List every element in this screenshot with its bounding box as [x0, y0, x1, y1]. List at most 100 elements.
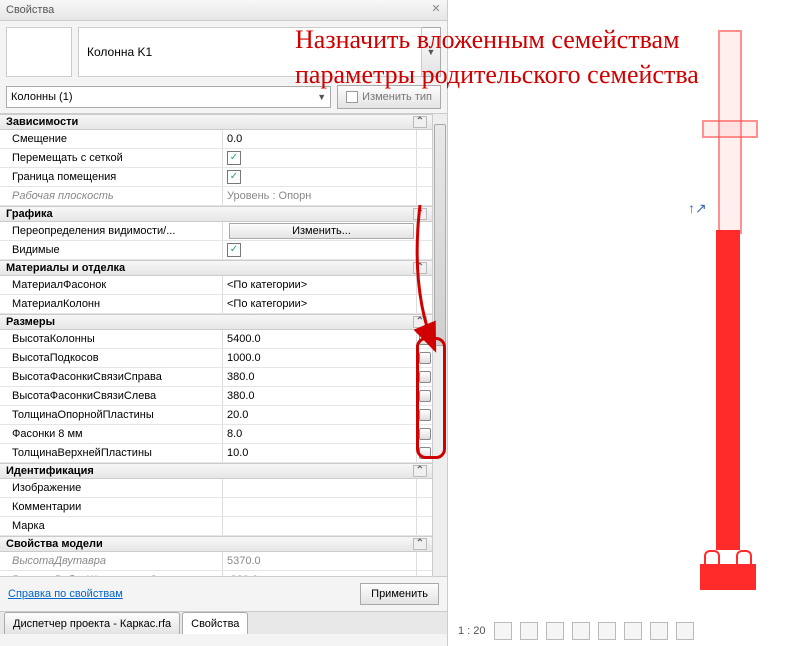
scrollbar-thumb[interactable]: [434, 124, 446, 346]
instance-combo[interactable]: Колонны (1) ▼: [6, 86, 331, 108]
property-value[interactable]: [222, 498, 416, 516]
vertical-scrollbar[interactable]: [432, 114, 447, 576]
associate-parameter-button[interactable]: [416, 187, 433, 205]
tab-project-browser[interactable]: Диспетчер проекта - Каркас.rfa: [4, 612, 180, 634]
collapse-icon[interactable]: ⌃: [413, 116, 427, 128]
associate-icon: [419, 409, 431, 421]
associate-parameter-button[interactable]: [416, 406, 433, 424]
property-row: ВысотаРебраЖесткостиСлева-380.0: [0, 571, 433, 576]
associate-parameter-button[interactable]: [416, 349, 433, 367]
property-value[interactable]: 10.0: [222, 444, 416, 462]
property-value[interactable]: ✓: [222, 149, 416, 167]
properties-grid: Зависимости⌃Смещение0.0Перемещать с сетк…: [0, 113, 447, 576]
temporary-view-icon[interactable]: [676, 622, 694, 640]
property-value[interactable]: 5400.0: [222, 330, 416, 348]
property-row: ВысотаФасонкиСвязиСправа380.0: [0, 368, 433, 387]
visual-style-icon[interactable]: [520, 622, 538, 640]
associate-parameter-button[interactable]: [416, 517, 433, 535]
panel-titlebar[interactable]: Свойства ✕: [0, 0, 447, 21]
associate-parameter-button[interactable]: [416, 168, 433, 186]
property-value[interactable]: 0.0: [222, 130, 416, 148]
property-value[interactable]: <По категории>: [222, 295, 416, 313]
associate-parameter-button[interactable]: [416, 387, 433, 405]
type-thumbnail: [6, 27, 72, 77]
associate-parameter-button[interactable]: [416, 149, 433, 167]
associate-parameter-button[interactable]: [416, 444, 433, 462]
group-header[interactable]: Свойства модели⌃: [0, 536, 433, 552]
tab-properties[interactable]: Свойства: [182, 612, 248, 634]
property-value[interactable]: ✓: [222, 168, 416, 186]
crop-region-icon[interactable]: [624, 622, 642, 640]
property-value[interactable]: 380.0: [222, 368, 416, 386]
property-row: ВысотаПодкосов1000.0: [0, 349, 433, 368]
collapse-icon[interactable]: ⌃: [413, 538, 427, 550]
checkbox[interactable]: ✓: [227, 170, 241, 184]
property-label: ВысотаРебраЖесткостиСлева: [0, 571, 222, 576]
group-header[interactable]: Размеры⌃: [0, 314, 433, 330]
chevron-down-icon[interactable]: ▼: [422, 27, 441, 77]
property-value[interactable]: 380.0: [222, 387, 416, 405]
associate-parameter-button[interactable]: [416, 330, 433, 348]
associate-parameter-button[interactable]: [416, 241, 433, 259]
associate-parameter-button[interactable]: [416, 276, 433, 294]
property-label: ВысотаДвутавра: [0, 552, 222, 570]
edit-type-button[interactable]: Изменить тип: [337, 85, 441, 109]
property-value[interactable]: <По категории>: [222, 276, 416, 294]
panel-tabs: Диспетчер проекта - Каркас.rfa Свойства: [0, 611, 447, 634]
checkbox[interactable]: ✓: [227, 243, 241, 257]
sun-path-icon[interactable]: [546, 622, 564, 640]
property-value[interactable]: 8.0: [222, 425, 416, 443]
checkbox[interactable]: ✓: [227, 151, 241, 165]
property-row: МатериалКолонн<По категории>: [0, 295, 433, 314]
column-element[interactable]: [708, 30, 748, 590]
type-selector[interactable]: Колонна K1 ▼: [0, 21, 447, 83]
property-value[interactable]: Изменить...: [222, 222, 416, 240]
model-viewport[interactable]: ↑↗ 1 : 20: [448, 0, 805, 646]
group-header[interactable]: Графика⌃: [0, 206, 433, 222]
property-value[interactable]: [222, 517, 416, 535]
group-header[interactable]: Идентификация⌃: [0, 463, 433, 479]
property-value[interactable]: ✓: [222, 241, 416, 259]
edit-button[interactable]: Изменить...: [229, 223, 414, 239]
property-row: Комментарии: [0, 498, 433, 517]
property-value: Уровень : Опорн: [222, 187, 416, 205]
collapse-icon[interactable]: ⌃: [413, 208, 427, 220]
help-link[interactable]: Справка по свойствам: [8, 588, 123, 600]
associate-parameter-button[interactable]: [416, 571, 433, 576]
property-row: Видимые✓: [0, 241, 433, 260]
view-control-bar: 1 : 20: [458, 622, 694, 640]
property-value[interactable]: 20.0: [222, 406, 416, 424]
property-value[interactable]: [222, 479, 416, 497]
property-label: ВысотаФасонкиСвязиСлева: [0, 387, 222, 405]
property-row: Фасонки 8 мм8.0: [0, 425, 433, 444]
property-row: Смещение0.0: [0, 130, 433, 149]
collapse-icon[interactable]: ⌃: [413, 316, 427, 328]
collapse-icon[interactable]: ⌃: [413, 262, 427, 274]
associate-parameter-button[interactable]: [416, 368, 433, 386]
crop-icon[interactable]: [598, 622, 616, 640]
close-icon[interactable]: ✕: [429, 2, 443, 16]
apply-button[interactable]: Применить: [360, 583, 439, 605]
property-label: ТолщинаОпорнойПластины: [0, 406, 222, 424]
shadows-icon[interactable]: [572, 622, 590, 640]
detail-level-icon[interactable]: [494, 622, 512, 640]
associate-parameter-button[interactable]: [416, 222, 433, 240]
property-row: Рабочая плоскостьУровень : Опорн: [0, 187, 433, 206]
property-row: Перемещать с сеткой✓: [0, 149, 433, 168]
associate-parameter-button[interactable]: [416, 425, 433, 443]
collapse-icon[interactable]: ⌃: [413, 465, 427, 477]
property-label: МатериалФасонок: [0, 276, 222, 294]
unhide-icon[interactable]: [650, 622, 668, 640]
group-header[interactable]: Зависимости⌃: [0, 114, 433, 130]
associate-parameter-button[interactable]: [416, 498, 433, 516]
property-value[interactable]: 1000.0: [222, 349, 416, 367]
associate-parameter-button[interactable]: [416, 479, 433, 497]
associate-parameter-button[interactable]: [416, 130, 433, 148]
associate-parameter-button[interactable]: [416, 295, 433, 313]
associate-parameter-button[interactable]: [416, 552, 433, 570]
property-label: Изображение: [0, 479, 222, 497]
group-header[interactable]: Материалы и отделка⌃: [0, 260, 433, 276]
view-nav-indicator[interactable]: ↑↗: [688, 200, 707, 217]
view-scale[interactable]: 1 : 20: [458, 625, 486, 637]
property-label: Переопределения видимости/...: [0, 222, 222, 240]
